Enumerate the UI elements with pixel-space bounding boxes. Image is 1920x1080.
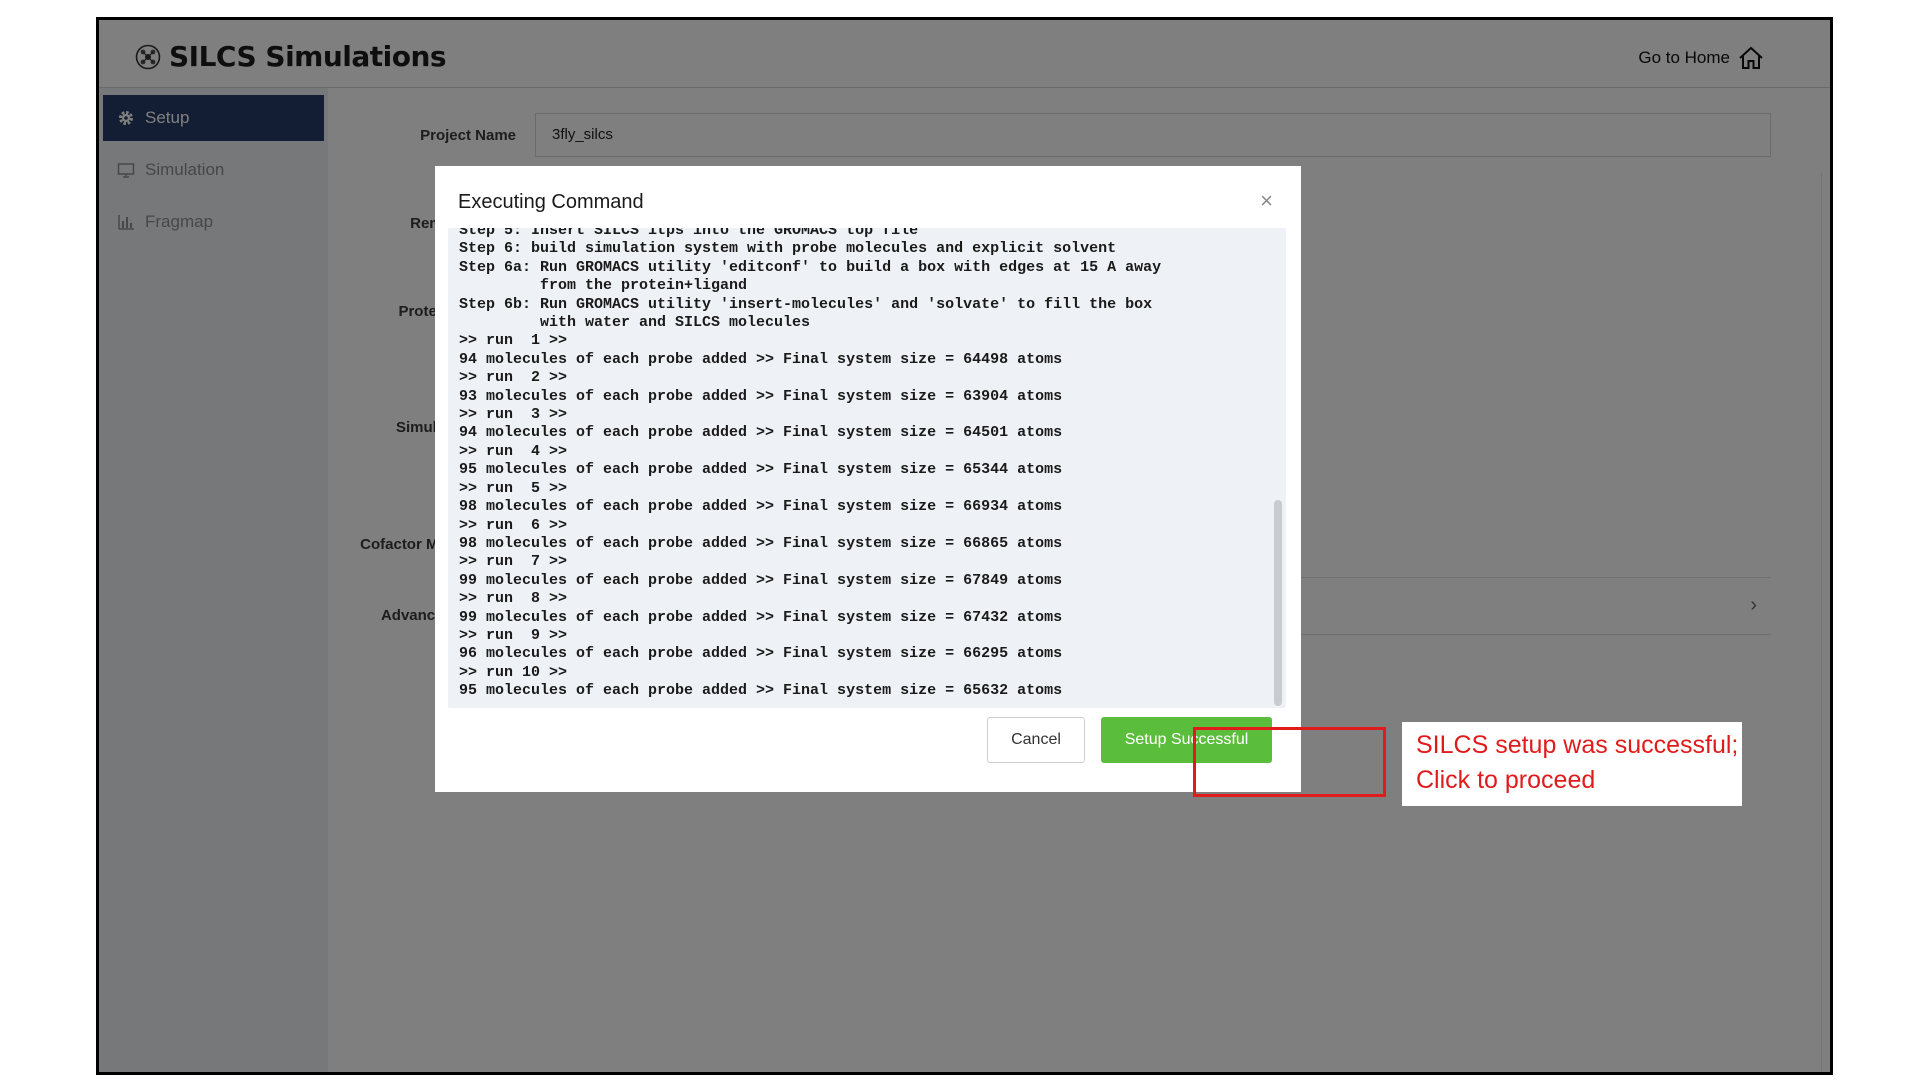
console-line: Step 6: build simulation system with pro…: [459, 240, 1117, 258]
highlight-box: [1193, 727, 1386, 797]
console-text: Step 5: Insert SILCS itps into the GROMA…: [459, 228, 1266, 701]
console-line: 98 molecules of each probe added >> Fina…: [459, 534, 1063, 552]
console-line: Step 6b: Run GROMACS utility 'insert-mol…: [459, 295, 1153, 313]
console-line: 95 molecules of each probe added >> Fina…: [459, 461, 1063, 479]
console-line: >> run 8 >>: [459, 590, 568, 608]
modal-title: Executing Command: [458, 191, 644, 213]
console-line: 94 molecules of each probe added >> Fina…: [459, 350, 1063, 368]
console-line: >> run 10 >>: [459, 663, 568, 681]
console-line: >> run 4 >>: [459, 442, 568, 460]
console-line: 98 molecules of each probe added >> Fina…: [459, 498, 1063, 516]
console-line: 95 molecules of each probe added >> Fina…: [459, 682, 1063, 700]
console-line: >> run 9 >>: [459, 626, 568, 644]
callout-line: SILCS setup was successful;: [1416, 731, 1739, 759]
close-icon[interactable]: ×: [1260, 188, 1273, 214]
console-line: 99 molecules of each probe added >> Fina…: [459, 608, 1063, 626]
console-line: 93 molecules of each probe added >> Fina…: [459, 387, 1063, 405]
executing-command-modal: Executing Command × Step 5: Insert SILCS…: [435, 166, 1301, 792]
console-line: >> run 7 >>: [459, 553, 568, 571]
console-line: >> run 3 >>: [459, 406, 568, 424]
console-line: >> run 1 >>: [459, 332, 568, 350]
console-line: from the protein+ligand: [459, 277, 748, 295]
annotation-callout: SILCS setup was successful; Click to pro…: [1402, 722, 1742, 806]
console-line: >> run 5 >>: [459, 479, 568, 497]
console-line: 96 molecules of each probe added >> Fina…: [459, 645, 1063, 663]
console-scrollbar[interactable]: [1274, 500, 1282, 706]
console-line: Step 5: Insert SILCS itps into the GROMA…: [459, 228, 919, 239]
console-line: >> run 6 >>: [459, 516, 568, 534]
console-line: with water and SILCS molecules: [459, 314, 811, 332]
console-line: 99 molecules of each probe added >> Fina…: [459, 571, 1063, 589]
cancel-button[interactable]: Cancel: [987, 717, 1085, 763]
console-line: >> run 2 >>: [459, 369, 568, 387]
console-line: Step 6a: Run GROMACS utility 'editconf' …: [459, 258, 1162, 276]
console-line: 94 molecules of each probe added >> Fina…: [459, 424, 1063, 442]
console-output[interactable]: Step 5: Insert SILCS itps into the GROMA…: [448, 228, 1286, 708]
callout-line: Click to proceed: [1416, 766, 1596, 794]
